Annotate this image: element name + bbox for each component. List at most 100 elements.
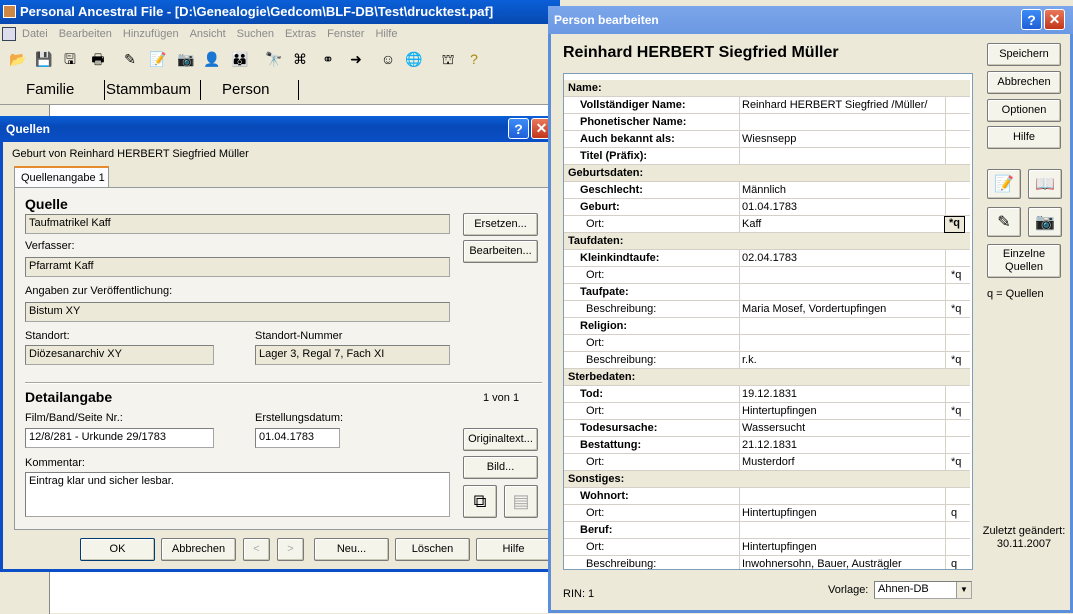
bearbeiten-button[interactable]: Bearbeiten... bbox=[463, 240, 538, 263]
abbrechen-button[interactable]: Abbrechen bbox=[161, 538, 236, 561]
menu-suchen[interactable]: Suchen bbox=[237, 28, 274, 40]
grid-field-row[interactable]: Todesursache: Wassersucht bbox=[564, 420, 970, 437]
hilfe-button[interactable]: Hilfe bbox=[476, 538, 551, 561]
einzelne-quellen-button[interactable]: Einzelne Quellen bbox=[987, 244, 1061, 278]
next-button[interactable]: > bbox=[277, 538, 304, 561]
grid-field-row[interactable]: Ort: Hintertupfingen bbox=[564, 539, 970, 556]
grid-value[interactable]: Hintertupfingen bbox=[742, 405, 817, 417]
grid-field-row[interactable]: Phonetischer Name: bbox=[564, 114, 970, 131]
grid-field-row[interactable]: Geschlecht: Männlich bbox=[564, 182, 970, 199]
menu-datei[interactable]: Datei bbox=[22, 28, 48, 40]
originaltext-button[interactable]: Originaltext... bbox=[463, 428, 538, 451]
standort-nummer-field[interactable]: Lager 3, Regal 7, Fach XI bbox=[255, 345, 450, 365]
tab-quellenangabe-1[interactable]: Quellenangabe 1 bbox=[14, 166, 109, 188]
grid-field-row[interactable]: Ort: Hintertupfingen *q bbox=[564, 403, 970, 420]
tab-stammbaum[interactable]: Stammbaum bbox=[106, 81, 191, 98]
grid-field-row[interactable]: Tod: 19.12.1831 bbox=[564, 386, 970, 403]
grid-field-row[interactable]: Auch bekannt als: Wiesnsepp bbox=[564, 131, 970, 148]
add-person-icon[interactable]: 👤 bbox=[202, 49, 222, 69]
edit-button[interactable]: ✎ bbox=[987, 207, 1021, 237]
navigate-icon[interactable]: ➜ bbox=[346, 49, 366, 69]
grid-value[interactable]: 21.12.1831 bbox=[742, 439, 797, 451]
film-field[interactable]: 12/8/281 - Urkunde 29/1783 bbox=[25, 428, 214, 448]
quelle-field[interactable]: Taufmatrikel Kaff bbox=[25, 214, 450, 234]
internet-icon[interactable]: 🌐 bbox=[404, 49, 424, 69]
angaben-field[interactable]: Bistum XY bbox=[25, 302, 450, 322]
grid-value[interactable]: 01.04.1783 bbox=[742, 201, 797, 213]
grid-value[interactable]: Kaff bbox=[742, 218, 761, 230]
grid-field-row[interactable]: Titel (Präfix): bbox=[564, 148, 970, 165]
paste-button[interactable]: ▤ bbox=[504, 485, 538, 518]
source-marker[interactable]: q bbox=[951, 507, 957, 519]
source-marker[interactable]: *q bbox=[944, 216, 965, 233]
person-hilfe-button[interactable]: Hilfe bbox=[987, 126, 1061, 149]
grid-field-row[interactable]: Religion: bbox=[564, 318, 970, 335]
menu-extras[interactable]: Extras bbox=[285, 28, 316, 40]
source-marker[interactable]: *q bbox=[951, 456, 961, 468]
find-icon[interactable]: ⌘ bbox=[290, 49, 310, 69]
book-button[interactable]: 📖 bbox=[1028, 169, 1062, 199]
grid-value[interactable]: Männlich bbox=[742, 184, 786, 196]
grid-field-row[interactable]: Bestattung: 21.12.1831 bbox=[564, 437, 970, 454]
grid-value[interactable]: Wassersucht bbox=[742, 422, 805, 434]
prev-button[interactable]: < bbox=[243, 538, 270, 561]
help-caption-icon[interactable]: ? bbox=[508, 118, 529, 139]
grid-value[interactable]: Hintertupfingen bbox=[742, 507, 817, 519]
menu-bearbeiten[interactable]: Bearbeiten bbox=[59, 28, 112, 40]
menu-fenster[interactable]: Fenster bbox=[327, 28, 364, 40]
add-family-icon[interactable]: 👪 bbox=[230, 49, 250, 69]
grid-field-row[interactable]: Kleinkindtaufe: 02.04.1783 bbox=[564, 250, 970, 267]
menu-hilfe[interactable]: Hilfe bbox=[375, 28, 397, 40]
grid-field-row[interactable]: Wohnort: bbox=[564, 488, 970, 505]
grid-field-row[interactable]: Ort: Kaff *q bbox=[564, 216, 970, 233]
grid-value[interactable]: Wiesnsepp bbox=[742, 133, 796, 145]
grid-value[interactable]: Inwohnersohn, Bauer, Austrägler bbox=[742, 558, 902, 569]
verfasser-field[interactable]: Pfarramt Kaff bbox=[25, 257, 450, 277]
open-folder-icon[interactable]: 📂 bbox=[8, 49, 28, 69]
grid-field-row[interactable]: Taufpate: bbox=[564, 284, 970, 301]
source-marker[interactable]: q bbox=[951, 558, 957, 569]
bild-button[interactable]: Bild... bbox=[463, 456, 538, 479]
grid-value[interactable]: Maria Mosef, Vordertupfingen bbox=[742, 303, 886, 315]
media-button[interactable]: 📷 bbox=[1028, 207, 1062, 237]
save-icon[interactable]: 💾 bbox=[34, 49, 54, 69]
tree-icon[interactable]: ⛫ bbox=[438, 49, 458, 69]
loeschen-button[interactable]: Löschen bbox=[395, 538, 470, 561]
source-marker[interactable]: *q bbox=[951, 405, 961, 417]
copy-button[interactable]: ⧉ bbox=[463, 485, 497, 518]
grid-field-row[interactable]: Beschreibung: Inwohnersohn, Bauer, Austrä… bbox=[564, 556, 970, 569]
grid-value[interactable]: 02.04.1783 bbox=[742, 252, 797, 264]
relationship-icon[interactable]: ⚭ bbox=[318, 49, 338, 69]
grid-value[interactable]: Musterdorf bbox=[742, 456, 795, 468]
print-icon[interactable]: 🖶 bbox=[88, 49, 108, 69]
grid-value[interactable]: r.k. bbox=[742, 354, 757, 366]
grid-value[interactable]: 19.12.1831 bbox=[742, 388, 797, 400]
edit-person-icon[interactable]: ✎ bbox=[120, 49, 140, 69]
grid-field-row[interactable]: Ort: bbox=[564, 335, 970, 352]
tab-person[interactable]: Person bbox=[222, 81, 270, 98]
notes-button[interactable]: 📝 bbox=[987, 169, 1021, 199]
speichern-button[interactable]: Speichern bbox=[987, 43, 1061, 66]
save-as-icon[interactable]: 🖫 bbox=[60, 49, 80, 69]
camera-icon[interactable]: 📷 bbox=[176, 49, 196, 69]
vorlage-select[interactable]: Ahnen-DB ▼ bbox=[874, 581, 972, 599]
person-abbrechen-button[interactable]: Abbrechen bbox=[987, 71, 1061, 94]
close-icon[interactable]: ✕ bbox=[1044, 9, 1065, 30]
grid-field-row[interactable]: Ort: Hintertupfingen q bbox=[564, 505, 970, 522]
menu-hinzufuegen[interactable]: Hinzufügen bbox=[123, 28, 179, 40]
optionen-button[interactable]: Optionen bbox=[987, 99, 1061, 122]
neu-button[interactable]: Neu... bbox=[314, 538, 389, 561]
menu-ansicht[interactable]: Ansicht bbox=[190, 28, 226, 40]
standort-field[interactable]: Diözesanarchiv XY bbox=[25, 345, 214, 365]
individual-icon[interactable]: ☺ bbox=[378, 49, 398, 69]
notes-icon[interactable]: 📝 bbox=[148, 49, 168, 69]
source-marker[interactable]: *q bbox=[951, 269, 961, 281]
kommentar-field[interactable]: Eintrag klar und sicher lesbar. bbox=[25, 472, 450, 517]
help-icon[interactable]: ? bbox=[464, 49, 484, 69]
mdi-doc-icon[interactable] bbox=[2, 27, 16, 41]
erstellungsdatum-field[interactable]: 01.04.1783 bbox=[255, 428, 340, 448]
grid-field-row[interactable]: Ort: Musterdorf *q bbox=[564, 454, 970, 471]
source-marker[interactable]: *q bbox=[951, 354, 961, 366]
chevron-down-icon[interactable]: ▼ bbox=[956, 582, 971, 598]
tab-familie[interactable]: Familie bbox=[26, 81, 74, 98]
